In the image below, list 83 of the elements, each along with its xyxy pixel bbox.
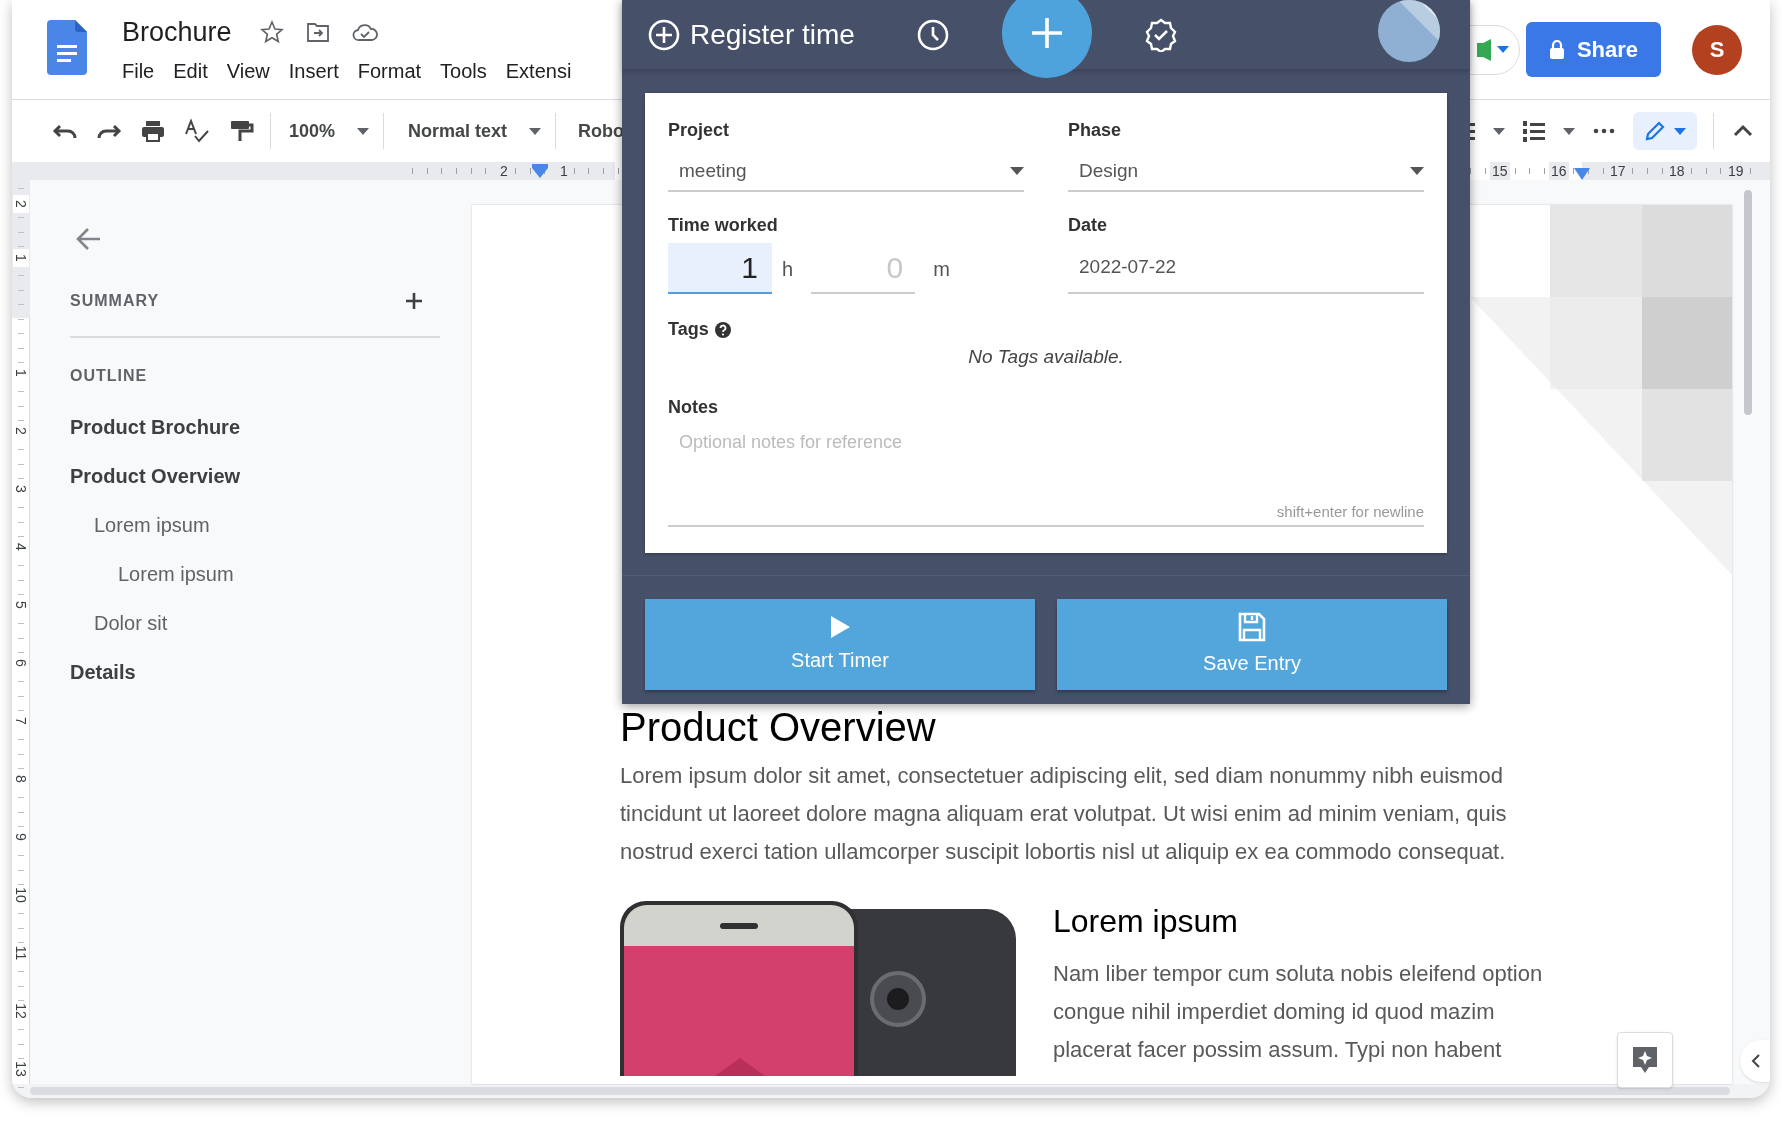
help-icon[interactable] bbox=[714, 321, 731, 338]
field-label: Project bbox=[668, 119, 731, 142]
summary-heading: SUMMARY bbox=[70, 291, 160, 311]
numbered-list-icon[interactable] bbox=[1521, 118, 1547, 144]
outline-item[interactable]: Details bbox=[70, 656, 136, 687]
caret-icon bbox=[1497, 45, 1509, 54]
paint-format-icon[interactable] bbox=[228, 118, 254, 144]
print-icon[interactable] bbox=[140, 118, 166, 144]
clock-icon[interactable] bbox=[916, 18, 949, 51]
ruler-number: 1 bbox=[13, 249, 29, 267]
page-paragraph: Nam liber tempor cum soluta nobis eleifend option congue nihil imperdiet doming id quod mazim placerat facer possim assum. Typi non habent bbox=[1053, 960, 1544, 1064]
caret-icon[interactable] bbox=[1493, 127, 1505, 135]
explore-button[interactable] bbox=[1617, 1032, 1673, 1088]
star-icon[interactable] bbox=[259, 20, 284, 44]
field-label: Tags bbox=[668, 318, 709, 341]
hours-unit: h bbox=[782, 257, 794, 282]
menu-item[interactable]: Format bbox=[357, 56, 422, 86]
save-icon bbox=[1238, 611, 1266, 642]
ruler-number: 13 bbox=[13, 1060, 29, 1078]
date-input[interactable]: 2022-07-22 bbox=[1068, 243, 1424, 294]
camera-icon bbox=[1477, 38, 1491, 61]
notes-hint: shift+enter for newline bbox=[1276, 502, 1424, 522]
project-dropdown[interactable]: meeting bbox=[668, 152, 1024, 192]
play-icon bbox=[829, 614, 851, 639]
outline-item[interactable]: Lorem ipsum bbox=[94, 509, 210, 540]
zoom-dropdown[interactable]: 100% bbox=[289, 117, 370, 145]
page-subheading: Lorem ipsum bbox=[1053, 902, 1238, 941]
hours-input[interactable]: 1 bbox=[668, 243, 772, 294]
ruler-number: 11 bbox=[13, 944, 29, 962]
text-style-dropdown[interactable]: Normal text bbox=[408, 117, 542, 145]
document-title[interactable]: Brochure bbox=[122, 11, 232, 53]
field-label: Time worked bbox=[668, 214, 779, 237]
docs-logo-icon bbox=[47, 20, 87, 75]
menu-item[interactable]: Edit bbox=[173, 56, 208, 86]
outline-heading: OUTLINE bbox=[70, 367, 148, 384]
caret-icon[interactable] bbox=[1563, 127, 1575, 135]
panel-title: Register time bbox=[690, 17, 855, 52]
ruler-number: 16 bbox=[1549, 162, 1569, 180]
lock-icon bbox=[1548, 39, 1565, 60]
outline-item[interactable]: Lorem ipsum bbox=[118, 558, 234, 589]
caret-icon[interactable] bbox=[529, 127, 542, 135]
folder-icon[interactable] bbox=[305, 21, 330, 43]
phase-dropdown[interactable]: Design bbox=[1068, 152, 1424, 192]
back-arrow-icon[interactable] bbox=[74, 226, 102, 252]
outline-item[interactable]: Product Brochure bbox=[70, 411, 241, 442]
scrollbar[interactable] bbox=[1744, 190, 1752, 415]
caret-icon[interactable] bbox=[357, 127, 370, 135]
caret-icon bbox=[1010, 167, 1024, 175]
share-button[interactable]: Share bbox=[1526, 22, 1661, 77]
ruler-number: 2 bbox=[13, 195, 29, 213]
sparkle-icon bbox=[1631, 1045, 1659, 1075]
field-label: Phase bbox=[1068, 119, 1123, 142]
chevron-left-icon bbox=[1750, 1053, 1762, 1069]
outline-item[interactable]: Product Overview bbox=[70, 460, 241, 491]
cloud-check-icon[interactable] bbox=[351, 22, 378, 42]
add-circle-icon[interactable] bbox=[648, 18, 680, 51]
menu-item[interactable]: Extensi bbox=[505, 56, 572, 86]
caret-icon bbox=[1410, 167, 1424, 175]
empty-tags-message: No Tags available. bbox=[968, 346, 1124, 367]
outline-item[interactable]: Dolor sit bbox=[94, 607, 168, 638]
page-heading: Product Overview bbox=[620, 704, 936, 751]
scrollbar[interactable] bbox=[30, 1087, 1730, 1095]
editing-mode-button[interactable] bbox=[1633, 112, 1697, 150]
ruler-number: 12 bbox=[13, 1002, 29, 1020]
menu-item[interactable]: Insert bbox=[288, 56, 339, 86]
menu-item[interactable]: File bbox=[122, 56, 155, 86]
font-dropdown[interactable]: Robo bbox=[578, 117, 625, 145]
spellcheck-icon[interactable] bbox=[184, 118, 210, 144]
menu-item[interactable]: Tools bbox=[440, 56, 487, 86]
caret-icon bbox=[1674, 127, 1686, 135]
ruler-number: 10 bbox=[13, 886, 29, 904]
page-paragraph: Lorem ipsum dolor sit amet, consectetuer adipiscing elit, sed diam nonummy nibh euismod tincidunt ut laoreet dolore magna aliquam erat volutpat. Ut wisi enim ad minim veniam, quis nostrud exerci tation ullamcorper suscipit lobortis nisl ut aliquip ex ea commodo consequat. bbox=[620, 762, 1508, 866]
minutes-unit: m bbox=[933, 257, 950, 282]
add-icon[interactable] bbox=[405, 292, 423, 310]
pencil-icon bbox=[1644, 120, 1666, 142]
account-avatar[interactable]: S bbox=[1692, 24, 1742, 75]
field-label: Date bbox=[1068, 214, 1108, 237]
plus-icon bbox=[1030, 16, 1064, 50]
menu-item[interactable]: View bbox=[226, 56, 270, 86]
badge-check-icon[interactable] bbox=[1143, 17, 1178, 52]
ruler-number: 15 bbox=[1490, 162, 1510, 180]
field-label: Notes bbox=[668, 396, 718, 417]
indent-marker-icon[interactable] bbox=[532, 164, 548, 178]
